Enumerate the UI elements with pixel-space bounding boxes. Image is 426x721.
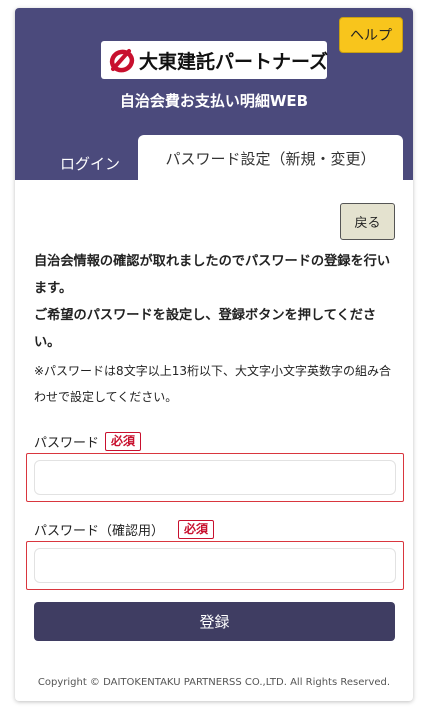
tab-login[interactable]: ログイン xyxy=(35,146,145,180)
copyright: Copyright © DAITOKENTAKU PARTNERSS CO.,L… xyxy=(37,677,391,688)
header: ヘルプ 大東建託パートナーズ 自治会費お支払い明細WEB ログイン パスワード設… xyxy=(15,8,413,182)
company-logo: 大東建託パートナーズ xyxy=(101,41,329,79)
password-label-row: パスワード 必須 xyxy=(34,432,142,451)
logo-text: 大東建託パートナーズ xyxy=(139,50,329,73)
password-confirm-field-frame xyxy=(26,541,404,590)
password-input[interactable] xyxy=(34,460,396,495)
message-line-1: 自治会情報の確認が取れましたのでパスワードの登録を行います。 xyxy=(34,254,391,296)
password-field-frame xyxy=(26,453,404,502)
password-rule-note: ※パスワードは8文字以上13桁以下、大文字小文字英数字の組み合わせで設定してくだ… xyxy=(34,364,391,404)
register-button[interactable]: 登録 xyxy=(34,602,395,641)
back-button[interactable]: 戻る xyxy=(340,203,395,240)
logo-mark-icon xyxy=(109,47,135,73)
password-confirm-label: パスワード（確認用） xyxy=(34,524,165,539)
required-badge: 必須 xyxy=(178,520,215,539)
tab-password-settings[interactable]: パスワード設定（新規・変更） xyxy=(138,135,403,182)
main-card: ヘルプ 大東建託パートナーズ 自治会費お支払い明細WEB ログイン パスワード設… xyxy=(15,8,413,701)
instruction-message: 自治会情報の確認が取れましたのでパスワードの登録を行います。 ご希望のパスワード… xyxy=(34,248,402,356)
required-badge: 必須 xyxy=(105,432,142,451)
password-label: パスワード xyxy=(34,436,100,451)
help-button[interactable]: ヘルプ xyxy=(339,17,403,53)
password-confirm-input[interactable] xyxy=(34,548,396,583)
message-line-2: ご希望のパスワードを設定し、登録ボタンを押してください。 xyxy=(34,308,377,350)
site-title: 自治会費お支払い明細WEB xyxy=(119,92,309,110)
password-confirm-label-row: パスワード（確認用） 必須 xyxy=(34,520,215,539)
